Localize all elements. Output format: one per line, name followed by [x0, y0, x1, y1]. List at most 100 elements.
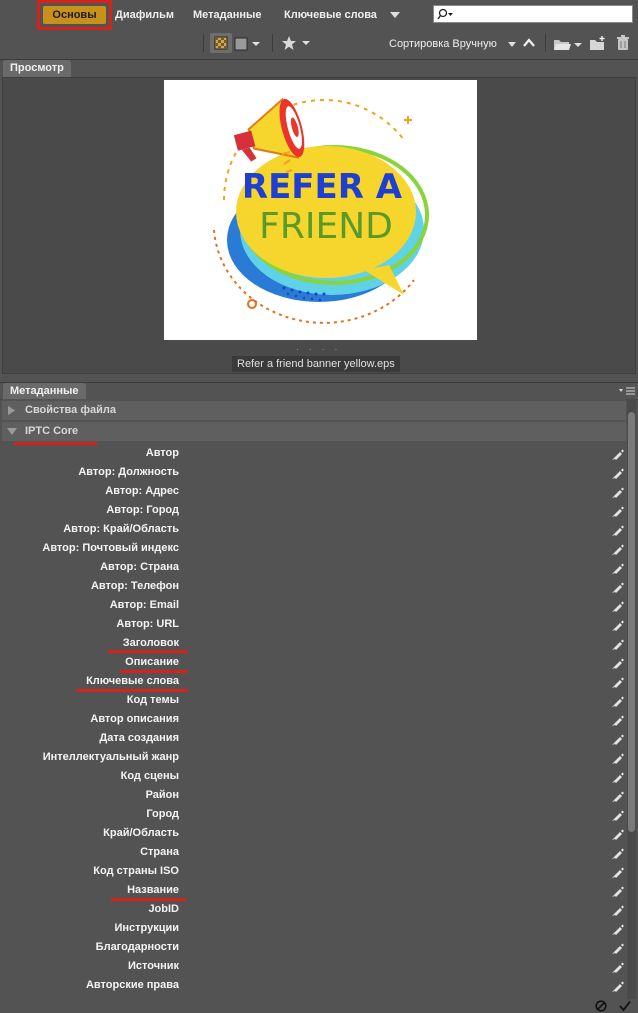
- section-file-properties[interactable]: Свойства файла: [2, 401, 626, 420]
- edit-pencil-icon[interactable]: [612, 657, 624, 669]
- edit-pencil-icon[interactable]: [612, 733, 624, 745]
- tab-preview[interactable]: Просмотр: [3, 60, 71, 77]
- workspace-tab-filmstrip[interactable]: Диафильм: [115, 5, 174, 25]
- metadata-field-row[interactable]: Город: [2, 805, 626, 824]
- metadata-field-row[interactable]: Благодарности: [2, 938, 626, 957]
- metadata-field-row[interactable]: Заголовок: [2, 634, 626, 653]
- edit-pencil-icon[interactable]: [612, 638, 624, 650]
- metadata-field-row[interactable]: Интеллектуальный жанр: [2, 748, 626, 767]
- edit-pencil-icon[interactable]: [612, 543, 624, 555]
- edit-pencil-icon[interactable]: [612, 448, 624, 460]
- metadata-field-row[interactable]: Район: [2, 786, 626, 805]
- collapse-triangle-icon[interactable]: [7, 428, 17, 436]
- metadata-field-label: Автор описания: [90, 713, 179, 725]
- workspace-tab-essentials[interactable]: Основы: [43, 6, 106, 24]
- metadata-field-label: Благодарности: [95, 941, 179, 953]
- section-iptc-core[interactable]: IPTC Core: [2, 422, 626, 441]
- workspace-dropdown-icon[interactable]: [390, 12, 400, 18]
- sort-ascending-chevron-icon[interactable]: [522, 37, 536, 49]
- metadata-field-row[interactable]: Название: [2, 881, 626, 900]
- metadata-field-label: Край/Область: [103, 827, 179, 839]
- metadata-field-label: Авторские права: [85, 979, 179, 991]
- panel-divider-2: [0, 382, 638, 383]
- workspace-tab-metadata[interactable]: Метаданные: [193, 5, 262, 25]
- edit-pencil-icon[interactable]: [612, 771, 624, 783]
- preview-image[interactable]: REFER A FRIEND: [164, 80, 477, 340]
- metadata-field-row[interactable]: Автор: Email: [2, 596, 626, 615]
- tab-metadata[interactable]: Метаданные: [3, 383, 86, 400]
- quality-toggle-button[interactable]: [210, 33, 232, 53]
- metadata-field-row[interactable]: Описание: [2, 653, 626, 672]
- new-folder-icon[interactable]: [589, 35, 607, 51]
- edit-pencil-icon[interactable]: [612, 486, 624, 498]
- metadata-field-row[interactable]: Автор: Адрес: [2, 482, 626, 501]
- metadata-field-label: Район: [145, 789, 179, 801]
- edit-pencil-icon[interactable]: [612, 505, 624, 517]
- edit-pencil-icon[interactable]: [612, 980, 624, 992]
- edit-pencil-icon[interactable]: [612, 619, 624, 631]
- metadata-field-row[interactable]: Автор: [2, 444, 626, 463]
- edit-pencil-icon[interactable]: [612, 524, 624, 536]
- metadata-field-label: Автор: Email: [109, 599, 179, 611]
- metadata-field-row[interactable]: Край/Область: [2, 824, 626, 843]
- sort-dropdown-icon[interactable]: [508, 42, 516, 47]
- edit-pencil-icon[interactable]: [612, 923, 624, 935]
- metadata-field-row[interactable]: Автор: Почтовый индекс: [2, 539, 626, 558]
- apply-checkmark-icon[interactable]: [619, 1000, 631, 1012]
- metadata-field-label: Код сцены: [120, 770, 179, 782]
- metadata-field-row[interactable]: Автор: Город: [2, 501, 626, 520]
- metadata-field-row[interactable]: Источник: [2, 957, 626, 976]
- metadata-field-label: JobID: [148, 903, 179, 915]
- workspace-tab-keywords[interactable]: Ключевые слова: [284, 5, 377, 25]
- metadata-field-row[interactable]: Код сцены: [2, 767, 626, 786]
- edit-pencil-icon[interactable]: [612, 809, 624, 821]
- metadata-field-row[interactable]: Авторские права: [2, 976, 626, 995]
- search-icon[interactable]: [437, 8, 455, 21]
- metadata-field-row[interactable]: Дата создания: [2, 729, 626, 748]
- panel-menu-icon[interactable]: [618, 386, 636, 396]
- rating-filter-star-icon[interactable]: [281, 35, 313, 51]
- edit-pencil-icon[interactable]: [612, 961, 624, 973]
- checkerboard-icon: [214, 36, 228, 50]
- metadata-field-row[interactable]: Автор: Страна: [2, 558, 626, 577]
- search-input[interactable]: [456, 6, 630, 24]
- trash-icon[interactable]: [616, 35, 630, 51]
- cancel-icon[interactable]: [595, 1000, 607, 1012]
- metadata-panel: Свойства файла IPTC Core Автор Автор: Дол…: [2, 399, 626, 999]
- edit-pencil-icon[interactable]: [612, 676, 624, 688]
- metadata-field-row[interactable]: Код темы: [2, 691, 626, 710]
- top-toolbar: Основы Диафильм Метаданные Ключевые слов…: [0, 0, 638, 60]
- edit-pencil-icon[interactable]: [612, 942, 624, 954]
- metadata-field-row[interactable]: Страна: [2, 843, 626, 862]
- edit-pencil-icon[interactable]: [612, 828, 624, 840]
- toolbar-divider-3: [545, 34, 546, 52]
- edit-pencil-icon[interactable]: [612, 904, 624, 916]
- open-recent-folder-icon[interactable]: [553, 36, 583, 52]
- metadata-field-row[interactable]: Автор: Должность: [2, 463, 626, 482]
- edit-pencil-icon[interactable]: [612, 695, 624, 707]
- metadata-field-label: Дата создания: [99, 732, 179, 744]
- metadata-field-row[interactable]: Автор: Телефон: [2, 577, 626, 596]
- edit-pencil-icon[interactable]: [612, 752, 624, 764]
- metadata-field-row[interactable]: Инструкции: [2, 919, 626, 938]
- metadata-field-row[interactable]: Автор: URL: [2, 615, 626, 634]
- edit-pencil-icon[interactable]: [612, 600, 624, 612]
- edit-pencil-icon[interactable]: [612, 885, 624, 897]
- edit-pencil-icon[interactable]: [612, 847, 624, 859]
- edit-pencil-icon[interactable]: [612, 467, 624, 479]
- edit-pencil-icon[interactable]: [612, 562, 624, 574]
- banner-line2: FRIEND: [259, 206, 393, 247]
- thumbnail-quality-dropdown-icon[interactable]: [234, 37, 262, 51]
- expand-triangle-icon[interactable]: [8, 406, 16, 415]
- metadata-scrollbar-thumb[interactable]: [628, 412, 635, 832]
- edit-pencil-icon[interactable]: [612, 714, 624, 726]
- search-field[interactable]: [433, 5, 633, 24]
- sort-label[interactable]: Сортировка Вручную: [389, 36, 497, 52]
- metadata-field-row[interactable]: Код страны ISO: [2, 862, 626, 881]
- edit-pencil-icon[interactable]: [612, 581, 624, 593]
- edit-pencil-icon[interactable]: [612, 866, 624, 878]
- edit-pencil-icon[interactable]: [612, 790, 624, 802]
- metadata-field-row[interactable]: Автор: Край/Область: [2, 520, 626, 539]
- metadata-field-row[interactable]: JobID: [2, 900, 626, 919]
- metadata-field-row[interactable]: Автор описания: [2, 710, 626, 729]
